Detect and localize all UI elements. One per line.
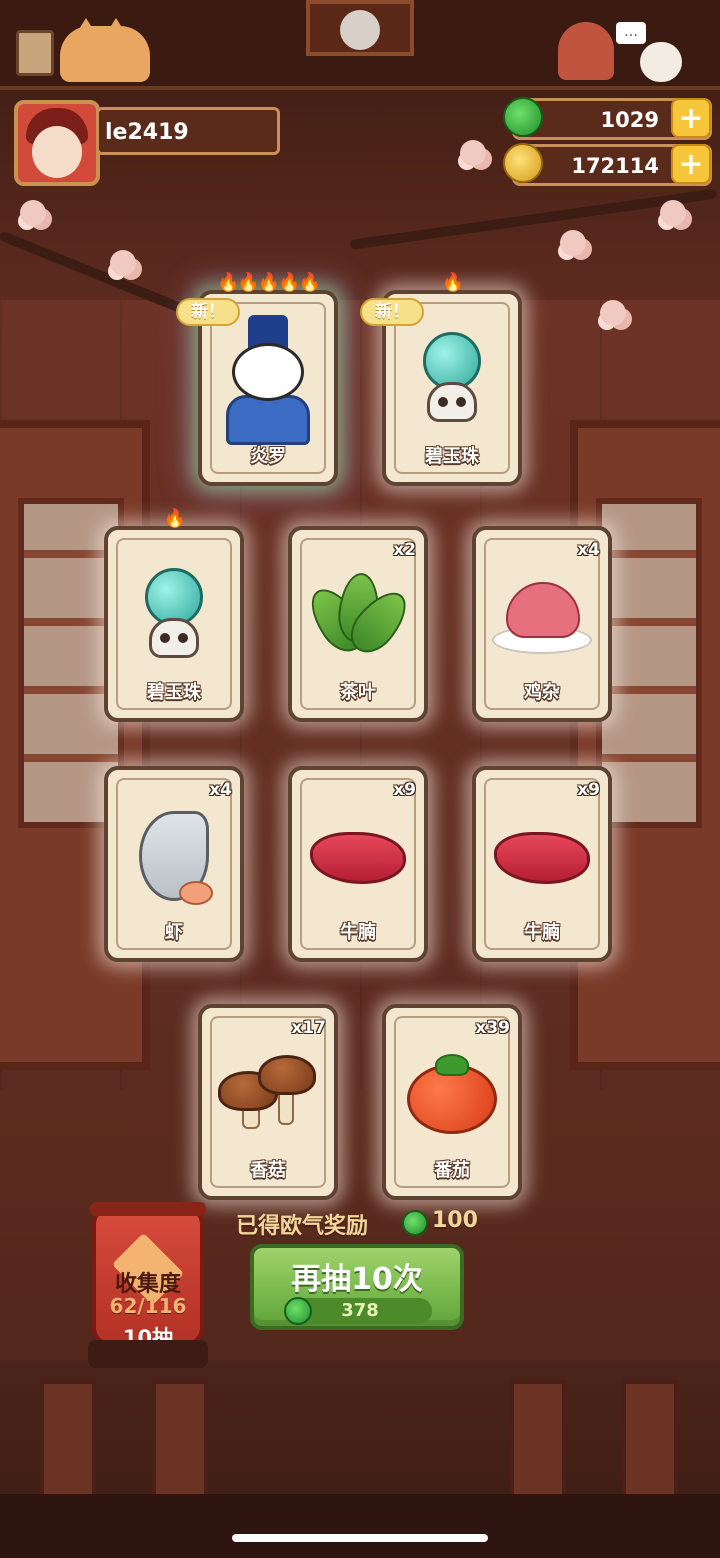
card-count: x9 bbox=[393, 780, 416, 800]
card-count: x4 bbox=[209, 780, 232, 800]
collection-lantern[interactable]: 收集度 62/116 10抽 bbox=[90, 1202, 206, 1350]
jade-pearl-art bbox=[417, 332, 487, 428]
yanluo-art bbox=[218, 315, 318, 446]
player-name: le2419 bbox=[105, 120, 189, 145]
jade-icon bbox=[503, 97, 543, 137]
tomato-art bbox=[407, 1054, 497, 1135]
draw-cost: 378 bbox=[284, 1297, 432, 1325]
blossom bbox=[600, 300, 626, 326]
add-jade-button[interactable]: + bbox=[671, 98, 711, 138]
result-card[interactable]: x4 鸡杂 bbox=[472, 526, 612, 722]
card-count: x9 bbox=[577, 780, 600, 800]
flame-icon: 🔥 bbox=[441, 272, 464, 293]
chat-icon[interactable]: … bbox=[616, 22, 646, 44]
card-name: 牛腩 bbox=[524, 922, 560, 943]
home-indicator[interactable] bbox=[232, 1534, 488, 1542]
jade-value: 1029 bbox=[600, 108, 659, 132]
card-count: x2 bbox=[393, 540, 416, 560]
white-cat-icon[interactable] bbox=[640, 42, 682, 82]
npc-window[interactable] bbox=[306, 0, 414, 56]
card-name: 碧玉珠 bbox=[425, 446, 479, 467]
result-card[interactable]: 🔥 碧玉珠 bbox=[104, 508, 244, 722]
card-count: x17 bbox=[291, 1018, 326, 1038]
result-card[interactable]: 🔥🔥🔥🔥🔥 新！ 炎罗 bbox=[176, 272, 338, 486]
result-card[interactable]: x9 牛腩 bbox=[288, 766, 428, 962]
beef-brisket-art bbox=[310, 826, 406, 886]
result-card[interactable]: x4 虾 bbox=[104, 766, 244, 962]
card-name: 牛腩 bbox=[340, 922, 376, 943]
add-gold-button[interactable]: + bbox=[671, 144, 711, 184]
shrimp-art bbox=[129, 801, 219, 911]
reader-npc-icon[interactable] bbox=[558, 22, 614, 80]
card-name: 香菇 bbox=[250, 1160, 286, 1181]
gold-value: 172114 bbox=[571, 154, 659, 178]
top-bar: … bbox=[0, 0, 720, 90]
blossom bbox=[110, 250, 136, 276]
gold-coin-icon bbox=[503, 143, 543, 183]
reward-value: 100 bbox=[432, 1208, 478, 1233]
card-name: 茶叶 bbox=[340, 682, 376, 703]
book-icon[interactable] bbox=[16, 30, 54, 76]
player-name-box: le2419 bbox=[96, 107, 280, 155]
mushroom-art bbox=[218, 1049, 318, 1139]
cat-icon[interactable] bbox=[60, 18, 150, 82]
card-name: 番茄 bbox=[434, 1160, 470, 1181]
card-count: x4 bbox=[577, 540, 600, 560]
fence-post bbox=[152, 1380, 208, 1500]
flame-icon: 🔥 bbox=[163, 508, 186, 529]
jade-currency: 1029 + bbox=[503, 97, 712, 140]
collection-count: 62/116 bbox=[109, 1294, 187, 1318]
result-card[interactable]: x39 番茄 bbox=[382, 1004, 522, 1200]
blossom bbox=[560, 230, 586, 256]
beef-brisket-art bbox=[494, 826, 590, 886]
new-badge: 新！ bbox=[360, 298, 424, 326]
bottom-bar bbox=[0, 1494, 720, 1558]
tea-leaf-art bbox=[300, 571, 417, 663]
draw-again-button[interactable]: 再抽10次 378 bbox=[250, 1244, 464, 1330]
result-card[interactable]: x9 牛腩 bbox=[472, 766, 612, 962]
card-name: 炎罗 bbox=[250, 446, 286, 467]
card-name: 虾 bbox=[165, 922, 183, 943]
card-name: 碧玉珠 bbox=[147, 682, 201, 703]
avatar[interactable] bbox=[14, 100, 100, 186]
blossom bbox=[660, 200, 686, 226]
blossom bbox=[20, 200, 46, 226]
card-count: x39 bbox=[475, 1018, 510, 1038]
result-card[interactable]: x2 茶叶 bbox=[288, 526, 428, 722]
flame-icon: 🔥🔥🔥🔥🔥 bbox=[216, 272, 321, 293]
result-card[interactable]: x17 香菇 bbox=[198, 1004, 338, 1200]
jade-icon bbox=[402, 1210, 428, 1236]
chicken-giblets-art bbox=[492, 576, 592, 656]
draw-again-label: 再抽10次 bbox=[291, 1262, 423, 1297]
right-door bbox=[570, 420, 720, 1070]
lantern-stand bbox=[88, 1340, 208, 1368]
result-card[interactable]: 🔥 新！ 碧玉珠 bbox=[360, 272, 522, 486]
blossom bbox=[460, 140, 486, 166]
fence-post bbox=[622, 1380, 678, 1500]
npc-portrait-icon bbox=[340, 10, 380, 50]
reward-label: 已得欧气奖励 bbox=[236, 1214, 369, 1239]
fence-post bbox=[40, 1380, 96, 1500]
card-name: 鸡杂 bbox=[524, 682, 560, 703]
fence-post bbox=[510, 1380, 566, 1500]
gold-currency: 172114 + bbox=[503, 143, 712, 186]
draw-cost-value: 378 bbox=[341, 1300, 379, 1321]
jade-pearl-art bbox=[139, 568, 209, 664]
